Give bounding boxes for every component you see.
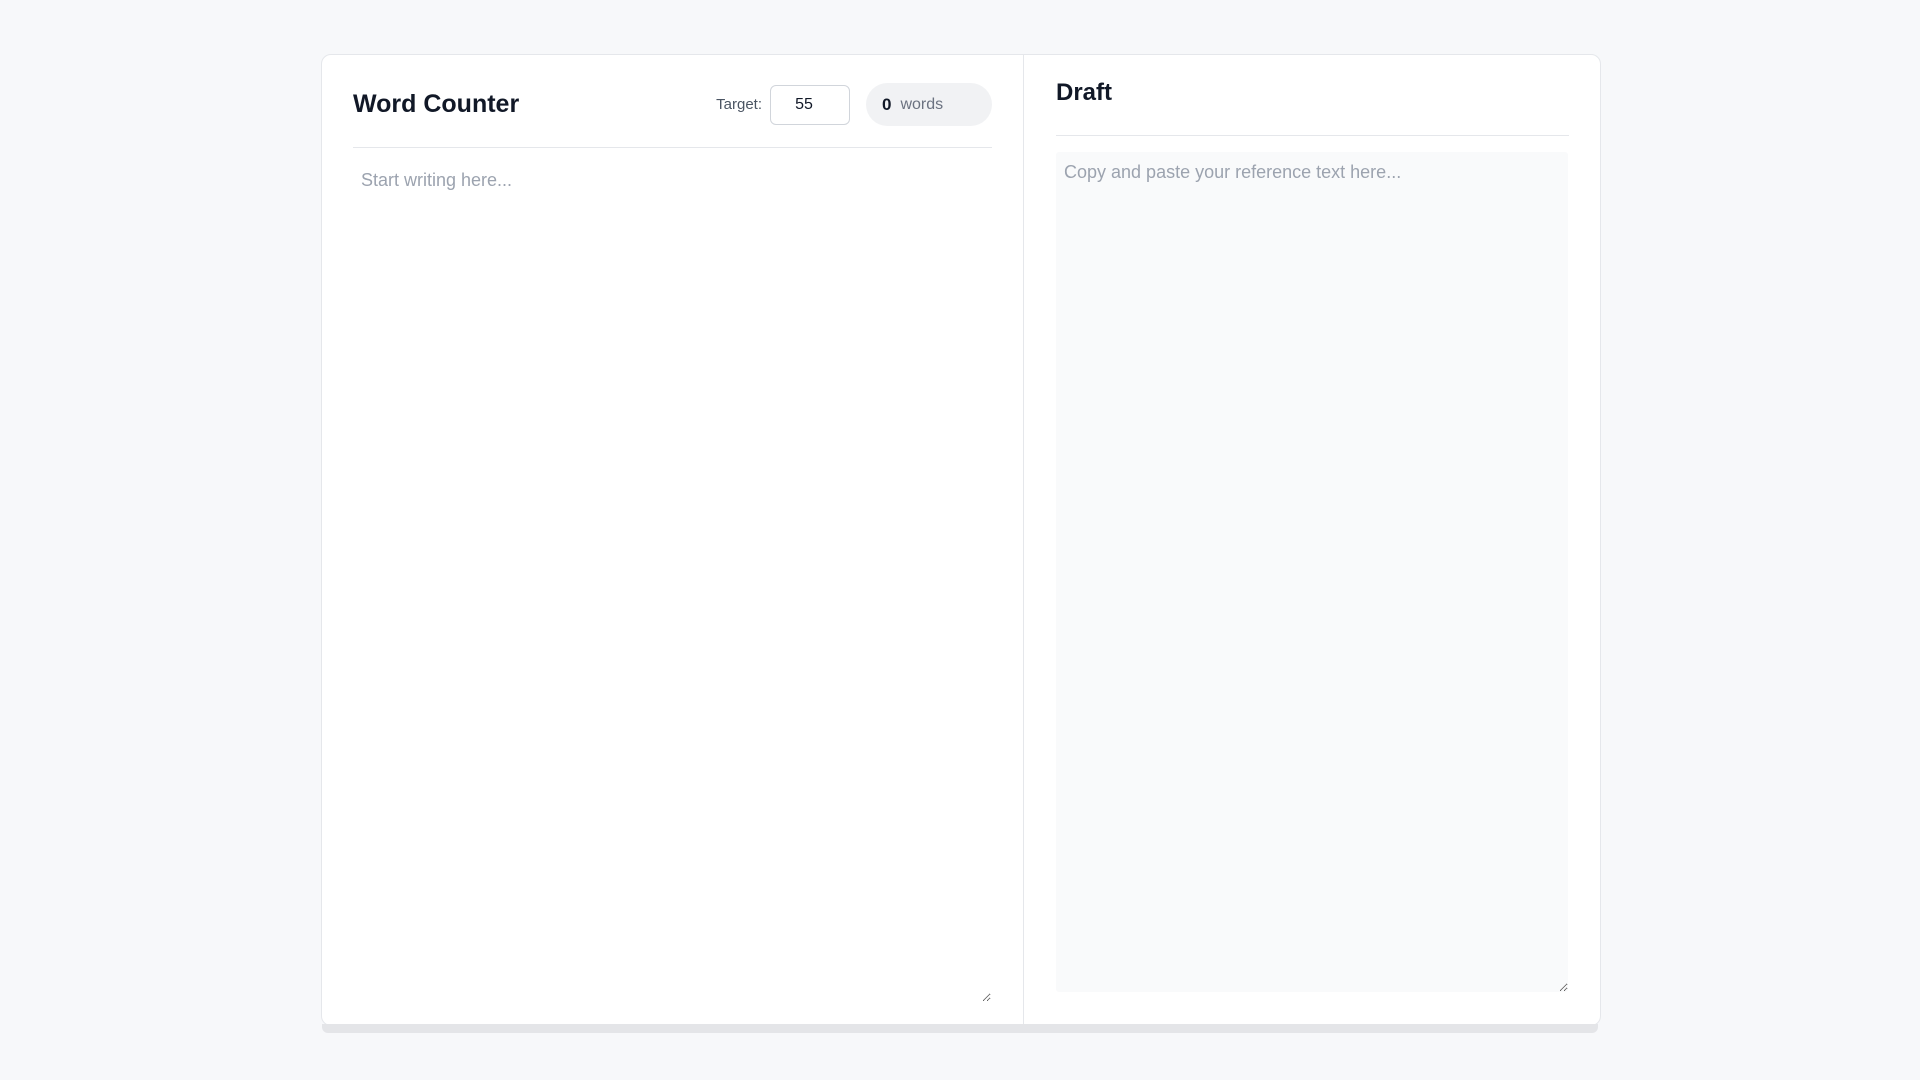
target-input[interactable] (770, 84, 850, 125)
editor-header: Word Counter Target: 0 words (353, 55, 992, 148)
word-count-badge: 0 words (866, 83, 992, 126)
word-count-value: 0 (882, 94, 892, 114)
draft-header: Draft (1056, 55, 1569, 136)
app-title: Word Counter (353, 90, 520, 118)
target-group: Target: 0 words (716, 83, 992, 126)
editor-panel: Word Counter Target: 0 words (322, 55, 1024, 1025)
horizontal-scrollbar[interactable] (322, 1024, 1598, 1033)
word-counter-card: Word Counter Target: 0 words Draft (321, 54, 1601, 1026)
writing-textarea[interactable] (353, 162, 991, 1002)
draft-panel: Draft (1024, 55, 1600, 1025)
draft-title: Draft (1056, 79, 1113, 106)
target-label: Target: (716, 96, 762, 113)
reference-textarea[interactable] (1056, 152, 1568, 992)
word-count-unit: words (900, 95, 944, 113)
